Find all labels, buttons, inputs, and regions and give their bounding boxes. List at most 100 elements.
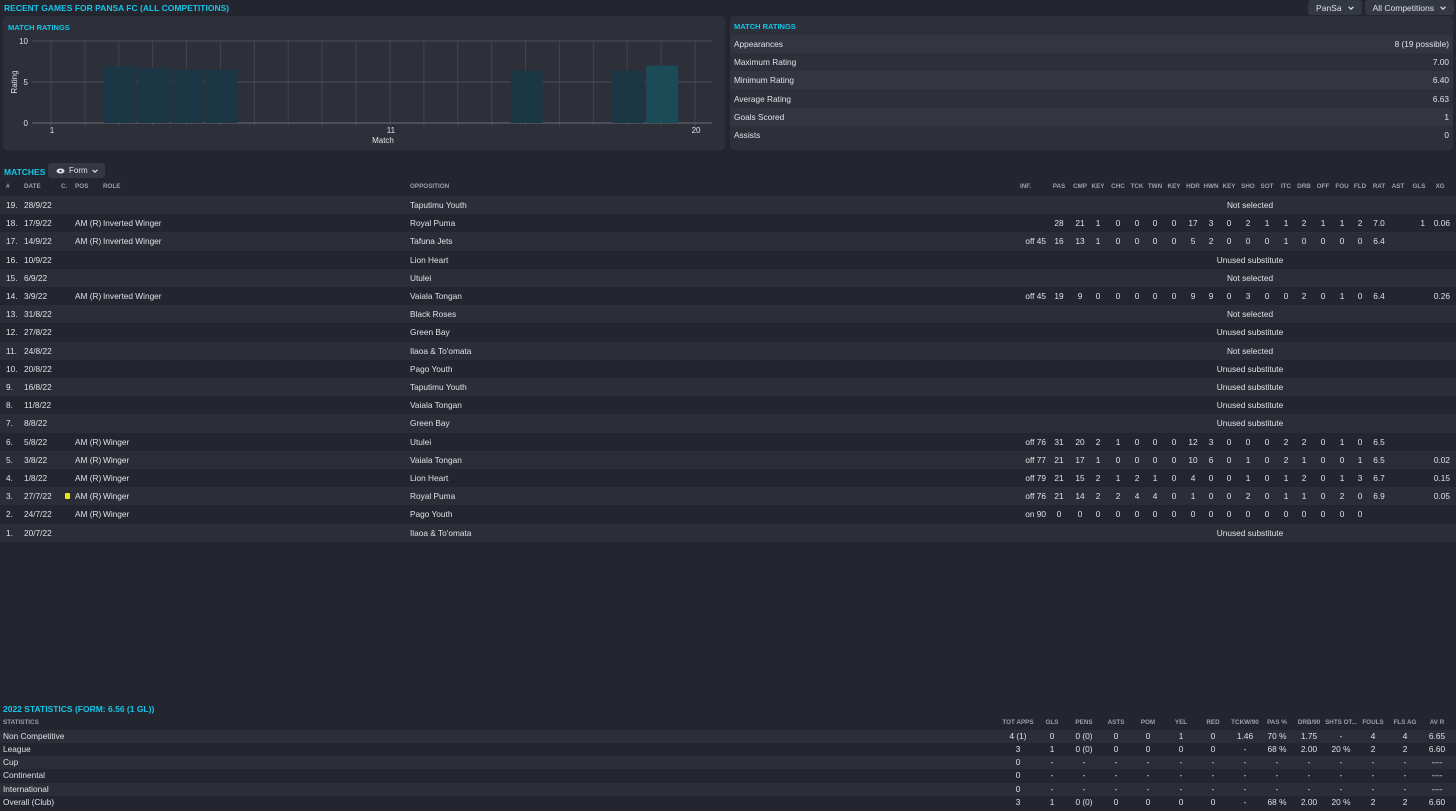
match-involvement: off 45 [1025,291,1046,301]
match-opposition[interactable]: Ilaoa & To'omata [410,342,471,360]
summary-label: Assists [734,130,761,140]
match-opposition[interactable]: Tafuna Jets [410,232,452,250]
x-tick-label: 20 [692,126,701,135]
match-status-note: Not selected [1226,272,1274,283]
match-row[interactable]: 15. 6/9/22 Utulei Not selected [0,268,1456,287]
match-stat-value: 2 [1339,491,1345,502]
match-status-note: Unused substitute [1216,400,1284,411]
match-stat-value: 2 [1301,473,1307,483]
match-stat-value: 5 [1190,236,1196,247]
match-stat-value: 0 [1226,291,1232,301]
match-date: 14/9/22 [24,236,52,247]
match-opposition[interactable]: Vaiala Tongan [410,287,462,305]
match-opposition[interactable]: Utulei [410,269,431,287]
match-stat-value: 21 [1054,491,1064,502]
season-row-label: Overall (Club) [3,797,55,807]
match-opposition[interactable]: Vaiala Tongan [410,451,462,469]
match-row[interactable]: 7. 8/8/22 Green Bay Unused substitute [0,414,1456,433]
match-stat-value: 2 [1283,436,1289,447]
y-tick-label: 5 [24,78,29,87]
match-number: 14. [6,291,18,301]
match-opposition[interactable]: Ilaoa & To'omata [410,524,471,542]
match-opposition[interactable]: Vaiala Tongan [410,396,462,414]
match-date: 20/8/22 [24,363,52,374]
match-row[interactable]: 11. 24/8/22 Ilaoa & To'omata Not selected [0,341,1456,360]
match-stat-value: 0 [1115,218,1121,229]
match-row[interactable]: 3. 27/7/22 AM (R) Winger Royal Puma off 76 21 1… [0,487,1456,506]
match-opposition[interactable]: Lion Heart [410,251,448,269]
season-row-label: Continental [3,770,45,781]
match-opposition[interactable]: Green Bay [410,414,450,432]
column-header[interactable]: XG [1428,183,1452,193]
match-stat-value: 0 [1245,236,1251,247]
filter-dropdowns: PanSa All Competitions [1308,0,1454,15]
match-opposition[interactable]: Green Bay [410,323,450,341]
match-stat-value: 0 [1357,436,1363,447]
match-stat-value: 0 [1357,491,1363,502]
view-form-label: Form [69,166,88,175]
season-row-label: League [3,743,31,754]
match-row[interactable]: 13. 31/8/22 Black Roses Not selected [0,305,1456,324]
match-opposition[interactable]: Taputimu Youth [410,196,467,214]
match-opposition[interactable]: Royal Puma [410,214,455,232]
season-column-header[interactable]: AV R [1417,719,1456,726]
match-stat-value: 2 [1095,491,1101,502]
match-row[interactable]: 9. 16/8/22 Taputimu Youth Unused substitute [0,378,1456,397]
match-row[interactable]: 8. 11/8/22 Vaiala Tongan Unused substitute [0,396,1456,414]
column-header[interactable]: ROLE [103,183,121,193]
match-opposition[interactable]: Pago Youth [410,360,452,378]
match-row[interactable]: 2. 24/7/22 AM (R) Winger Pago Youth on 90 0 0 0 0… [0,505,1456,523]
match-stat-value: 0 [1283,291,1289,301]
match-stat-value: 0 [1357,509,1363,520]
match-stat-value: 6.5 [1373,454,1385,465]
season-row-label: Cup [3,757,19,768]
match-opposition[interactable]: Royal Puma [410,487,455,505]
yellow-card-icon [65,493,70,500]
summary-value: 7.00 [1432,57,1449,68]
match-opposition[interactable]: Utulei [410,433,431,451]
match-row[interactable]: 5. 3/8/22 AM (R) Winger Vaiala Tongan off 77 2… [0,450,1456,469]
match-opposition[interactable]: Lion Heart [410,469,448,487]
column-header[interactable]: OPPOSITION [410,183,449,193]
view-form-button[interactable]: Form [48,163,105,178]
match-row[interactable]: 4. 1/8/22 AM (R) Winger Lion Heart off 79 21 15… [0,469,1456,487]
match-row[interactable]: 1. 20/7/22 Ilaoa & To'omata Unused substitu… [0,523,1456,542]
match-opposition[interactable]: Taputimu Youth [410,378,467,396]
match-opposition[interactable]: Black Roses [410,305,456,323]
match-stat-value: 0.02 [1433,454,1450,465]
column-header[interactable]: DATE [24,183,41,193]
match-opposition[interactable]: Pago Youth [410,505,452,523]
match-row[interactable]: 16. 10/9/22 Lion Heart Unused substitute [0,251,1456,269]
match-row[interactable]: 17. 14/9/22 AM (R) Inverted Winger Tafuna Je… [0,232,1456,251]
match-date: 8/8/22 [24,418,48,429]
match-row[interactable]: 10. 20/8/22 Pago Youth Unused substitute [0,360,1456,378]
player-dropdown[interactable]: PanSa [1308,0,1362,15]
match-row[interactable]: 14. 3/9/22 AM (R) Inverted Winger Vaiala Ton… [0,287,1456,305]
match-stat-value: 6.7 [1373,473,1385,483]
match-row[interactable]: 12. 27/8/22 Green Bay Unused substitute [0,323,1456,341]
match-number: 18. [6,218,18,229]
match-stat-value: 0 [1245,436,1251,447]
match-position: AM (R) [75,509,102,520]
season-stat-value: ---- [1431,757,1443,768]
match-date: 17/9/22 [24,218,52,229]
chevron-down-icon [1440,5,1446,10]
competition-dropdown[interactable]: All Competitions [1364,0,1454,15]
column-header[interactable]: INF. [1020,183,1031,193]
season-stat-value: ---- [1431,770,1443,781]
match-date: 6/9/22 [24,272,48,283]
column-header[interactable]: POS [75,183,88,193]
match-stat-value: 0 [1226,473,1232,483]
column-header[interactable]: # [6,183,10,193]
page-title: Recent Games For PanSa FC (All Competiti… [4,3,230,13]
match-row[interactable]: 19. 28/9/22 Taputimu Youth Not selected [0,196,1456,215]
match-involvement: off 79 [1025,473,1046,483]
match-stat-value: 0 [1320,236,1326,247]
summary-value: 6.63 [1432,93,1449,104]
match-involvement: off 76 [1025,436,1046,447]
column-header[interactable]: C. [61,183,67,193]
match-row[interactable]: 18. 17/9/22 AM (R) Inverted Winger Royal Pum… [0,214,1456,232]
match-stat-value: 0 [1339,454,1345,465]
match-row[interactable]: 6. 5/8/22 AM (R) Winger Utulei off 76 31 20 2 1 0 0… [0,433,1456,451]
summary-value: 6.40 [1432,75,1449,86]
